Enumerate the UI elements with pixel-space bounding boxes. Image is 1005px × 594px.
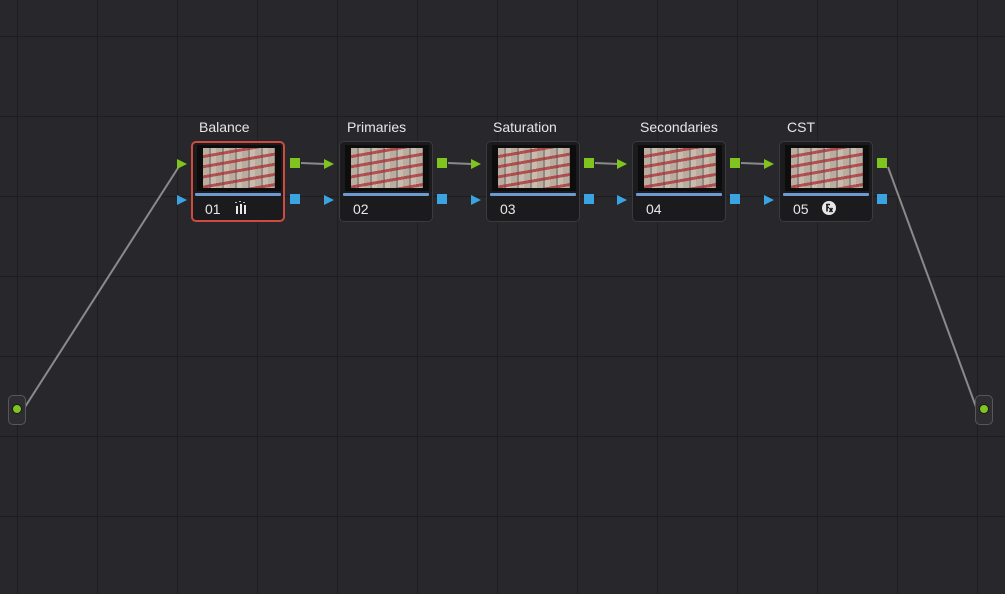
link-04-05 [740, 162, 767, 165]
node-02-alpha-output-port[interactable] [437, 194, 447, 204]
node-01-alpha-input-port[interactable] [177, 195, 187, 205]
node-label-cst: CST [787, 119, 815, 135]
node-output-icon[interactable] [979, 404, 989, 414]
link-01-02 [300, 162, 326, 165]
node-04-status-bar [636, 193, 722, 196]
node-links [24, 162, 977, 408]
source-input-terminal[interactable] [8, 395, 26, 425]
link-03-04 [594, 162, 620, 165]
node-03-alpha-input-port[interactable] [471, 195, 481, 205]
bars-icon [234, 200, 248, 220]
node-01-thumbnail [197, 145, 281, 191]
node-04-number: 04 [646, 201, 662, 217]
node-output-terminal[interactable] [975, 395, 993, 425]
source-input-icon[interactable] [12, 404, 22, 414]
node-label-saturation: Saturation [493, 119, 557, 135]
node-label-secondaries: Secondaries [640, 119, 718, 135]
node-04-rgb-input-port[interactable] [617, 159, 627, 169]
node-02-thumbnail [345, 145, 429, 191]
node-03[interactable]: 03 [486, 141, 580, 222]
node-02[interactable]: 02 [339, 141, 433, 222]
node-01[interactable]: 01 [191, 141, 285, 222]
node-05-number: 05 [793, 201, 809, 217]
node-03-rgb-input-port[interactable] [471, 159, 481, 169]
fx-icon [821, 200, 837, 220]
node-05-thumbnail [785, 145, 869, 191]
node-01-status-bar [195, 193, 281, 196]
node-01-number: 01 [205, 201, 221, 217]
node-01-rgb-input-port[interactable] [177, 159, 187, 169]
node-03-rgb-output-port[interactable] [584, 158, 594, 168]
node-04[interactable]: 04 [632, 141, 726, 222]
node-04-rgb-output-port[interactable] [730, 158, 740, 168]
node-02-alpha-input-port[interactable] [324, 195, 334, 205]
node-05-rgb-input-port[interactable] [764, 159, 774, 169]
node-03-number: 03 [500, 201, 516, 217]
node-05-alpha-input-port[interactable] [764, 195, 774, 205]
node-04-alpha-output-port[interactable] [730, 194, 740, 204]
node-02-status-bar [343, 193, 429, 196]
node-label-primaries: Primaries [347, 119, 407, 135]
node-label-balance: Balance [199, 119, 250, 135]
output-link [887, 166, 977, 408]
node-03-thumbnail [492, 145, 576, 191]
node-05-rgb-output-port[interactable] [877, 158, 887, 168]
node-05[interactable]: 05 [779, 141, 873, 222]
node-03-status-bar [490, 193, 576, 196]
input-link [24, 167, 179, 408]
node-01-rgb-output-port[interactable] [290, 158, 300, 168]
node-05-status-bar [783, 193, 869, 196]
node-02-rgb-input-port[interactable] [324, 159, 334, 169]
node-01-alpha-output-port[interactable] [290, 194, 300, 204]
node-04-alpha-input-port[interactable] [617, 195, 627, 205]
node-04-thumbnail [638, 145, 722, 191]
node-05-alpha-output-port[interactable] [877, 194, 887, 204]
link-02-03 [447, 162, 473, 165]
node-03-alpha-output-port[interactable] [584, 194, 594, 204]
node-02-number: 02 [353, 201, 369, 217]
node-graph-canvas[interactable]: Balance 01 Primaries 02 Saturation 03 Se… [0, 0, 1005, 594]
node-02-rgb-output-port[interactable] [437, 158, 447, 168]
